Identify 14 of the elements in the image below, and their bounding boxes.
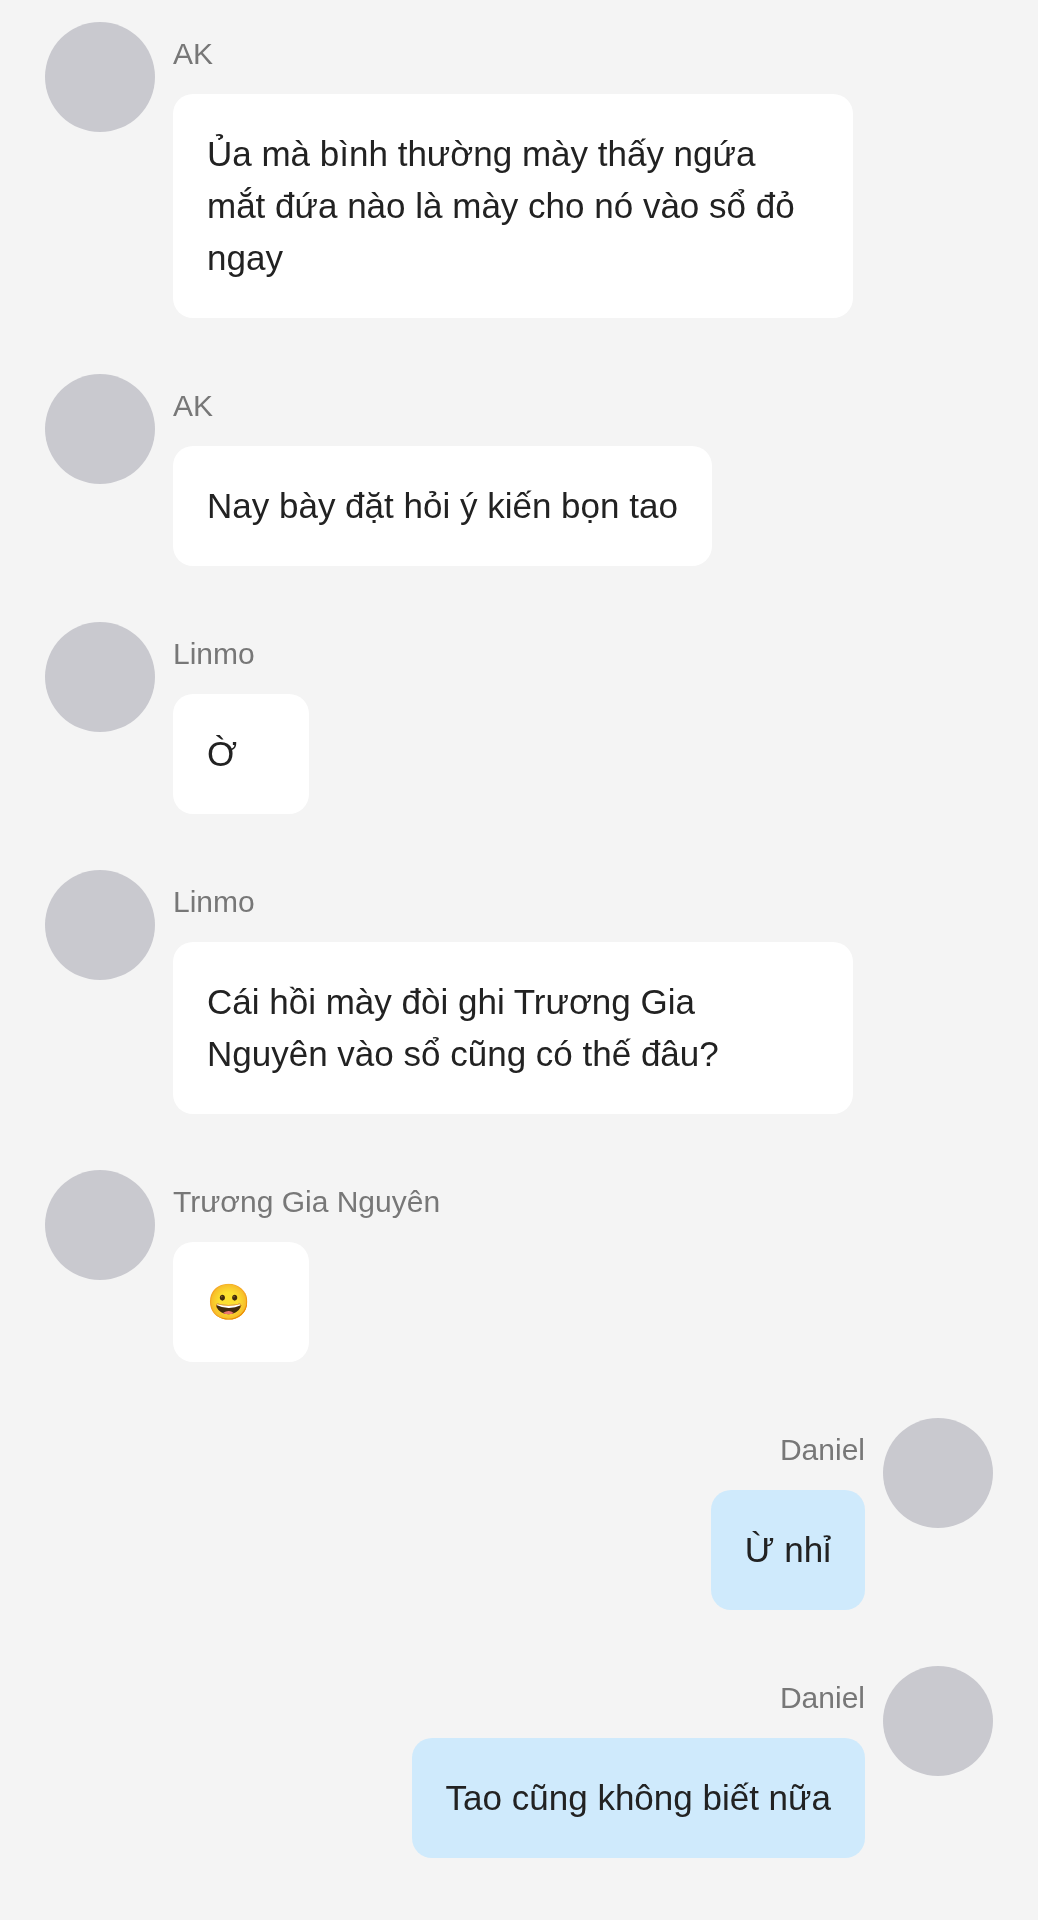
message-bubble: 😀 [173,1242,309,1362]
sender-name: Linmo [173,884,255,920]
sender-name: Daniel [779,1432,865,1468]
sender-name: AK [173,388,214,424]
sender-name: Trương Gia Nguyên [173,1184,441,1220]
message-bubble: Ủa mà bình thường mày thấy ngứa mắt đứa nào là mày cho nó vào sổ đỏ ngay [173,94,853,318]
message-bubble: Cái hồi mày đòi ghi Trương Gia Nguyên vào sổ cũng có thế đâu? [173,942,853,1114]
message-bubble: Ờ [173,694,309,814]
message-bubble: Nay bày đặt hỏi ý kiến bọn tao [173,446,712,566]
sender-name: Daniel [779,1680,865,1716]
sender-name: Linmo [173,636,255,672]
message-bubble: Ừ nhỉ [710,1490,865,1610]
message-bubble: Tao cũng không biết nữa [411,1738,865,1858]
sender-name: AK [173,36,214,72]
